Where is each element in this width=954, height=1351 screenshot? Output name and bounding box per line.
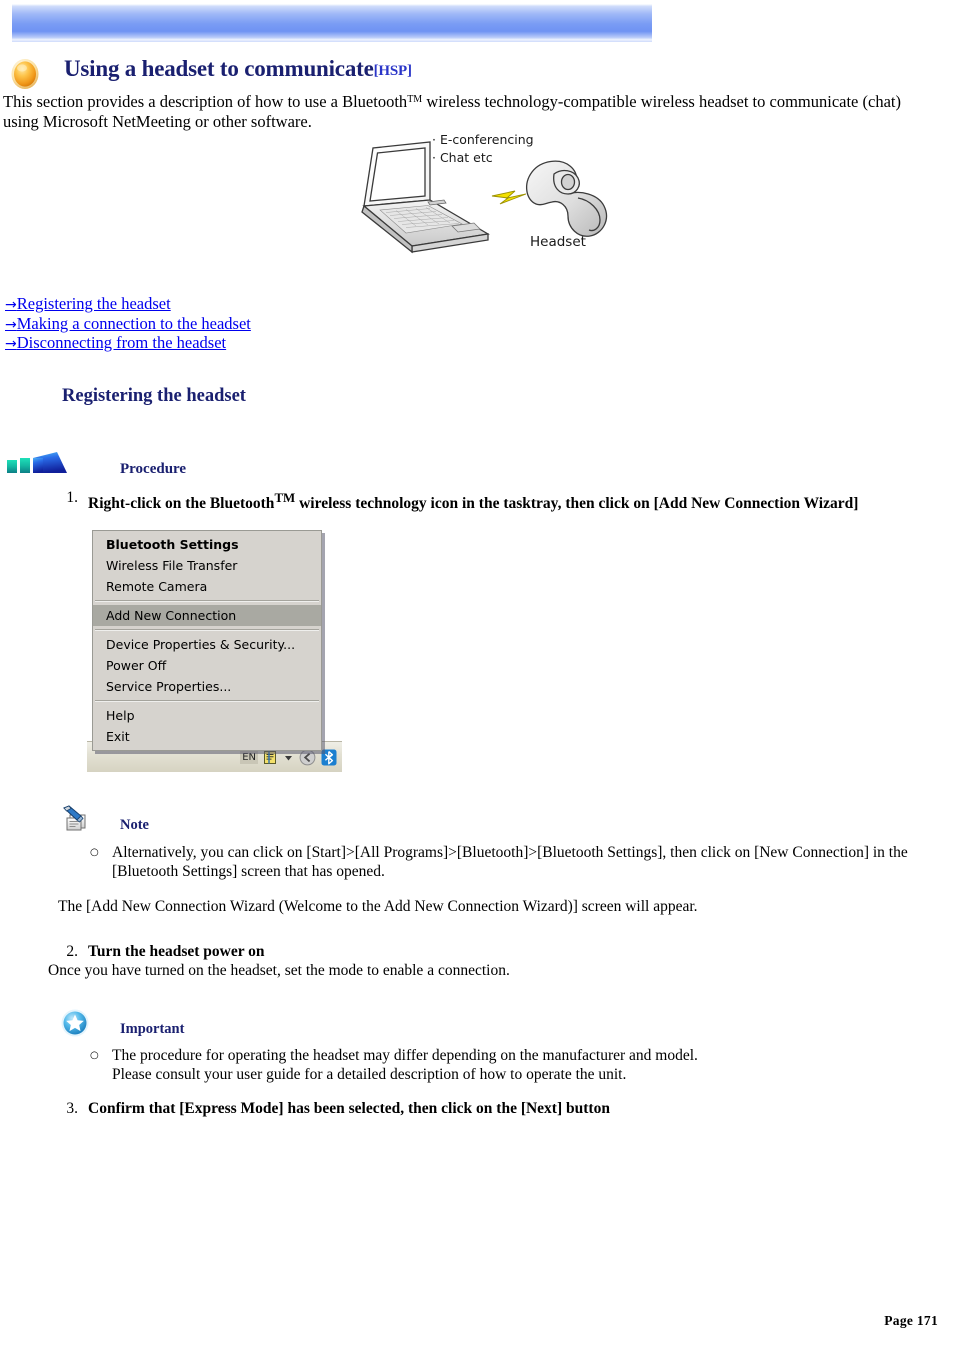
link-label: Registering the headset — [16, 294, 171, 313]
chevron-left-circle-icon[interactable] — [299, 749, 316, 766]
intro-text-c: Microsoft NetMeeting or other software. — [42, 112, 312, 131]
note-bullet-line-2: [Bluetooth Settings] screen that has ope… — [112, 863, 385, 880]
headset-communication-figure: · E-conferencing · Chat etc Headset — [340, 128, 630, 278]
step-1-text-a: Right-click on the Bluetooth — [88, 495, 275, 513]
procedure-label: Procedure — [120, 461, 187, 477]
important-label: Important — [120, 1021, 185, 1037]
note-label: Note — [120, 817, 149, 833]
note-bullet-line-1: Alternatively, you can click on [Start]>… — [112, 844, 908, 861]
menu-separator — [95, 600, 319, 602]
bluetooth-icon[interactable] — [321, 749, 337, 766]
step-number: 1. — [66, 489, 78, 506]
bluetooth-context-menu[interactable]: Bluetooth Settings Wireless File Transfe… — [92, 530, 322, 751]
tray-expand-arrow-icon[interactable] — [283, 752, 294, 763]
menu-item-exit[interactable]: Exit — [93, 726, 321, 747]
header-banner — [12, 4, 652, 42]
bluetooth-signal-bolt — [491, 190, 527, 205]
note-pencil-icon — [63, 805, 86, 831]
menu-item-device-properties-security[interactable]: Device Properties & Security... — [93, 634, 321, 655]
step-2: 2. Turn the headset power on Once you ha… — [48, 942, 908, 980]
arrow-icon: → — [5, 336, 17, 352]
link-label: Disconnecting from the headset — [16, 333, 227, 352]
notepad-icon[interactable] — [263, 750, 278, 765]
menu-separator — [95, 629, 319, 631]
step-3-heading: Confirm that [Express Mode] has been sel… — [88, 1100, 610, 1117]
intro-text-a: This section provides a description of h… — [3, 92, 408, 111]
menu-item-add-new-connection[interactable]: Add New Connection — [93, 605, 321, 626]
menu-item-remote-camera[interactable]: Remote Camera — [93, 576, 321, 597]
procedure-arrow-icon — [7, 452, 67, 473]
menu-item-wireless-file-transfer[interactable]: Wireless File Transfer — [93, 555, 321, 576]
trademark-symbol: TM — [274, 490, 296, 505]
important-bullet-item: The procedure for operating the headset … — [70, 1046, 950, 1084]
important-bullet-line-2: Please consult your user guide for a det… — [112, 1066, 627, 1083]
link-disconnecting[interactable]: →Disconnecting from the headset — [5, 333, 251, 354]
menu-item-bluetooth-settings[interactable]: Bluetooth Settings — [93, 534, 321, 555]
page-title-row: Using a headset to communicate[HSP] — [0, 56, 954, 90]
menu-item-service-properties[interactable]: Service Properties... — [93, 676, 321, 697]
menu-separator — [95, 700, 319, 702]
page-title-text: Using a headset to communicate — [64, 56, 374, 81]
orange-sphere-icon — [11, 59, 39, 89]
page-title-tag: [HSP] — [373, 63, 412, 79]
important-bullet-list: The procedure for operating the headset … — [70, 1046, 950, 1084]
figure-label-headset: Headset — [530, 234, 586, 250]
step-2-detail: Once you have turned on the headset, set… — [48, 962, 510, 979]
figure-label-chat: · Chat etc — [432, 150, 493, 165]
anchor-link-list: →Registering the headset →Making a conne… — [5, 294, 251, 354]
menu-item-power-off[interactable]: Power Off — [93, 655, 321, 676]
note-bullet-item: Alternatively, you can click on [Start]>… — [70, 843, 950, 881]
language-indicator[interactable]: EN — [240, 750, 258, 764]
link-label: Making a connection to the headset — [16, 313, 251, 333]
bluetooth-tray-menu-screenshot: EN Bluetooth Settings Wireless File Tran… — [87, 522, 342, 772]
step-1-text-b: wireless technology icon in the tasktray… — [295, 495, 859, 513]
section-heading-registering: Registering the headset — [62, 386, 246, 406]
link-making-a-connection[interactable]: →Making a connection to the headset — [5, 313, 251, 335]
step-1: 1. Right-click on the BluetoothTM wirele… — [48, 488, 928, 513]
step-2-heading: Turn the headset power on — [88, 943, 265, 960]
figure-label-econferencing: · E-conferencing — [432, 132, 534, 147]
step-number: 3. — [66, 1100, 78, 1117]
step-3: 3. Confirm that [Express Mode] has been … — [48, 1099, 908, 1118]
page-number: Page 171 — [884, 1313, 938, 1328]
note-bullet-list: Alternatively, you can click on [Start]>… — [70, 843, 950, 881]
page-title: Using a headset to communicate[HSP] — [64, 56, 412, 82]
note-follow-up-text: The [Add New Connection Wizard (Welcome … — [58, 898, 698, 915]
trademark-symbol: TM — [407, 94, 423, 105]
star-circle-icon — [61, 1009, 89, 1037]
link-registering-the-headset[interactable]: →Registering the headset — [5, 294, 251, 315]
arrow-icon: → — [5, 297, 17, 313]
intro-paragraph: This section provides a description of h… — [3, 90, 933, 132]
menu-item-help[interactable]: Help — [93, 705, 321, 726]
important-bullet-line-1: The procedure for operating the headset … — [112, 1047, 698, 1064]
arrow-icon: → — [5, 316, 17, 333]
step-number: 2. — [66, 943, 78, 960]
